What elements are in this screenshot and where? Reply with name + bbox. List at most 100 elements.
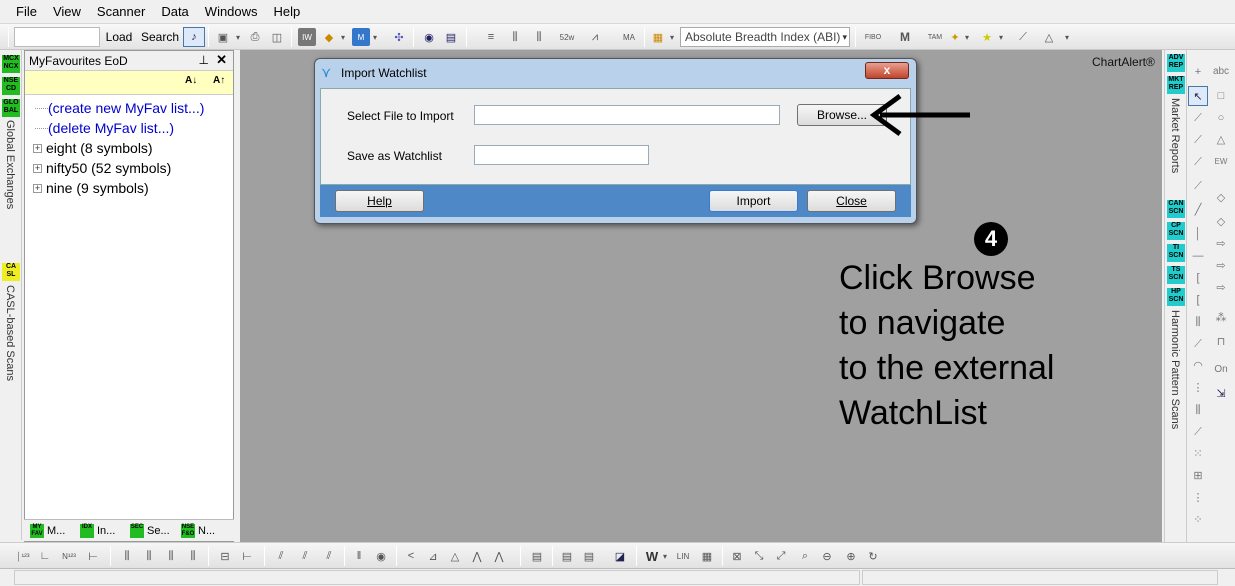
tool-icon[interactable]: ▤ bbox=[558, 546, 576, 566]
can-scn-badge[interactable]: CAN SCN bbox=[1167, 200, 1185, 218]
grid-icon[interactable]: ▦ bbox=[698, 546, 716, 566]
list-label[interactable]: nifty50 (52 symbols) bbox=[46, 160, 171, 176]
arrow-icon[interactable]: ⇨ bbox=[1211, 278, 1231, 298]
menu-view[interactable]: View bbox=[45, 0, 89, 24]
load-button[interactable]: Load bbox=[104, 27, 134, 47]
casl-badge[interactable]: CA SL bbox=[2, 263, 20, 281]
on-toggle[interactable]: On bbox=[1211, 360, 1231, 380]
harmonic-scans-tab[interactable]: Harmonic Pattern Scans bbox=[1169, 310, 1181, 429]
pivot-icon[interactable]: M bbox=[894, 27, 916, 47]
menu-help[interactable]: Help bbox=[266, 0, 309, 24]
fan-icon[interactable]: ⟋ bbox=[1188, 422, 1208, 442]
tool-icon[interactable]: △ bbox=[446, 546, 464, 566]
ellipse-icon[interactable]: ○ bbox=[1211, 108, 1231, 128]
trendline-icon[interactable]: ⟋ bbox=[1188, 108, 1208, 128]
arrow-icon[interactable]: ⇨ bbox=[1211, 234, 1231, 254]
tool-icon[interactable]: ⊢ bbox=[84, 546, 102, 566]
global-badge[interactable]: GLO BAL bbox=[2, 99, 20, 117]
menu-windows[interactable]: Windows bbox=[197, 0, 266, 24]
close-icon[interactable]: ✕ bbox=[216, 52, 227, 68]
chart-icon[interactable]: ⩘ bbox=[584, 27, 606, 47]
bars-icon[interactable]: ⫼ bbox=[1188, 312, 1208, 332]
expand-icon[interactable]: + bbox=[33, 143, 42, 153]
tool-icon[interactable]: ⫼ bbox=[140, 546, 158, 566]
tree-item-eight[interactable]: + eight (8 symbols) bbox=[33, 140, 153, 156]
search-button[interactable]: Search bbox=[140, 27, 180, 47]
text-tool-icon[interactable]: abc bbox=[1211, 62, 1231, 82]
ma-icon[interactable]: MA bbox=[618, 27, 640, 47]
list-label[interactable]: nine (9 symbols) bbox=[46, 180, 149, 196]
tool-icon[interactable]: ◪ bbox=[610, 546, 630, 566]
create-list-link[interactable]: (create new MyFav list...) bbox=[48, 100, 204, 116]
triangle-icon[interactable]: △ bbox=[1040, 27, 1058, 47]
tool-icon[interactable]: ⊢ bbox=[238, 546, 256, 566]
tab-nse-fo[interactable]: NSE F&O N... bbox=[181, 522, 215, 540]
help-button[interactable]: Help bbox=[335, 190, 424, 212]
star-icon[interactable]: ✦ bbox=[948, 27, 962, 47]
breadth-icon[interactable]: ▦ bbox=[650, 27, 666, 47]
tool-icon[interactable]: < bbox=[402, 546, 420, 566]
menu-file[interactable]: File bbox=[8, 0, 45, 24]
tool-icon[interactable]: ⁂ bbox=[1211, 308, 1231, 328]
sort-descending-icon[interactable]: A↑ bbox=[213, 75, 225, 86]
tool-icon[interactable]: ⤡ bbox=[750, 546, 768, 566]
market-icon[interactable]: M bbox=[352, 27, 370, 47]
tree-item-create[interactable]: (create new MyFav list...) bbox=[35, 100, 204, 116]
tool-icon[interactable]: ⋮ bbox=[1188, 488, 1208, 508]
chevron-down-icon[interactable]: ▾ bbox=[370, 27, 380, 47]
cow-tam-icon[interactable]: TAM bbox=[924, 27, 946, 47]
bracket-icon[interactable]: [ bbox=[1188, 268, 1208, 288]
chevron-down-icon[interactable]: ▾ bbox=[667, 27, 677, 47]
rectangle-icon[interactable]: □ bbox=[1211, 86, 1231, 106]
expand-icon[interactable]: + bbox=[33, 183, 42, 193]
tool-icon[interactable]: ⫼ bbox=[184, 546, 202, 566]
tool-icon[interactable]: ╱ bbox=[1188, 200, 1208, 220]
print-icon[interactable]: ⎙ bbox=[246, 27, 264, 47]
tree-item-nine[interactable]: + nine (9 symbols) bbox=[33, 180, 149, 196]
chevron-down-icon[interactable]: ▾ bbox=[996, 27, 1006, 47]
expand-icon[interactable]: + bbox=[33, 163, 42, 173]
chevron-down-icon[interactable]: ▾ bbox=[1062, 27, 1072, 47]
sort-ascending-icon[interactable]: A↓ bbox=[185, 75, 197, 86]
ts-scn-badge[interactable]: TS SCN bbox=[1167, 266, 1185, 284]
grid-icon[interactable]: ⊞ bbox=[1188, 466, 1208, 486]
indicator-icon[interactable]: ⫼ bbox=[530, 27, 548, 47]
tool-icon[interactable]: ▤ bbox=[528, 546, 546, 566]
cp-scn-badge[interactable]: CP SCN bbox=[1167, 222, 1185, 240]
ray-icon[interactable]: ⟋ bbox=[1188, 130, 1208, 150]
pointer-icon[interactable]: ↖ bbox=[1188, 86, 1208, 106]
pin-icon[interactable]: ⊥ bbox=[199, 53, 209, 67]
tool-icon[interactable]: ⤢ bbox=[772, 546, 790, 566]
tool-icon[interactable]: ⁘ bbox=[1188, 510, 1208, 530]
tool-icon[interactable]: ⫼ bbox=[162, 546, 180, 566]
weekly-icon[interactable]: W bbox=[644, 546, 660, 566]
market-reports-tab[interactable]: Market Reports bbox=[1169, 98, 1181, 173]
window-icon[interactable]: ▤ bbox=[442, 27, 460, 47]
ew-icon[interactable]: EW bbox=[1211, 152, 1231, 172]
tool-icon[interactable]: ⫼ bbox=[118, 546, 136, 566]
fan-icon[interactable]: ⟋ bbox=[1188, 334, 1208, 354]
delete-list-link[interactable]: (delete MyFav list...) bbox=[48, 120, 174, 136]
tool-icon[interactable]: ⋀ bbox=[490, 546, 508, 566]
refresh-icon[interactable]: ↻ bbox=[864, 546, 882, 566]
tool-icon[interactable]: ⊠ bbox=[728, 546, 746, 566]
menu-scanner[interactable]: Scanner bbox=[89, 0, 153, 24]
arrow-icon[interactable]: ⇨ bbox=[1211, 256, 1231, 276]
plugin-icon[interactable]: ✣ bbox=[390, 27, 408, 47]
tool-icon[interactable]: ⋮ bbox=[1188, 378, 1208, 398]
fan-icon[interactable]: ⟋ bbox=[1012, 27, 1034, 47]
tab-myfav[interactable]: MY FAV M... bbox=[30, 522, 65, 540]
menu-data[interactable]: Data bbox=[153, 0, 196, 24]
chevron-down-icon[interactable]: ▾ bbox=[232, 27, 244, 47]
casl-scans-tab[interactable]: CASL-based Scans bbox=[4, 285, 16, 381]
adv-rep-badge[interactable]: ADV REP bbox=[1167, 54, 1185, 72]
tree-item-nifty50[interactable]: + nifty50 (52 symbols) bbox=[33, 160, 171, 176]
pattern-icon[interactable]: ◇ bbox=[1211, 212, 1231, 232]
vertical-line-icon[interactable]: │ bbox=[1188, 224, 1208, 244]
mkt-rep-badge[interactable]: MKT REP bbox=[1167, 76, 1185, 94]
file-path-input[interactable] bbox=[474, 105, 780, 125]
star-icon[interactable]: ★ bbox=[978, 27, 996, 47]
line-icon[interactable]: ⟋ bbox=[1188, 152, 1208, 172]
tool-icon[interactable]: ∟ bbox=[36, 546, 54, 566]
list-label[interactable]: eight (8 symbols) bbox=[46, 140, 153, 156]
